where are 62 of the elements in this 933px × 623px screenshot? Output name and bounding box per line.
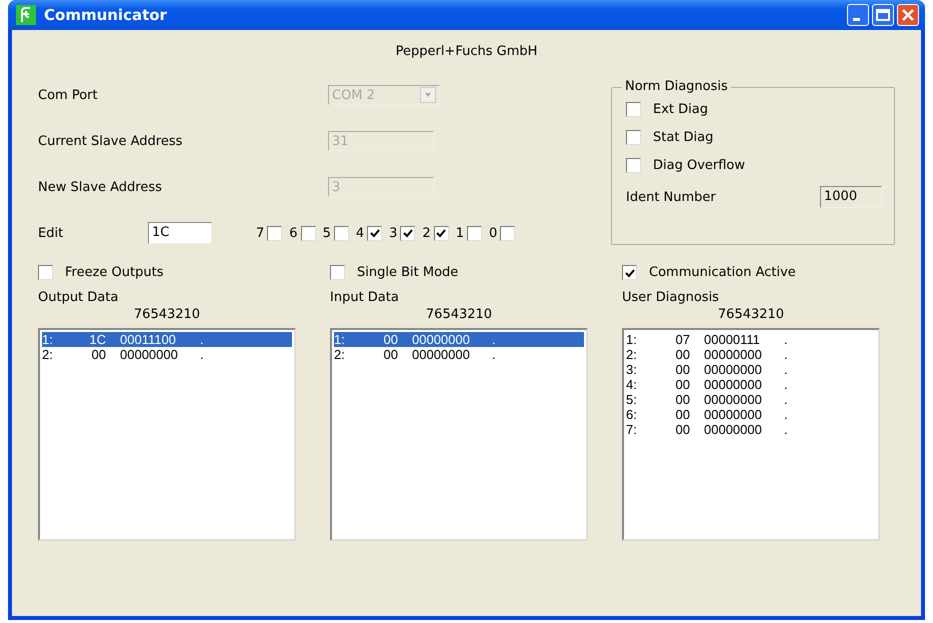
diag-checkbox[interactable]: [626, 158, 641, 173]
bit-label: 6: [289, 226, 298, 240]
bit-label: 2: [422, 226, 431, 240]
list-row[interactable]: 5: 00 00000000 .: [626, 392, 876, 407]
bit-checkbox[interactable]: [367, 226, 382, 240]
bit-checkbox[interactable]: [466, 226, 482, 240]
field-label: Edit: [38, 226, 64, 240]
checkbox-label: Stat Diag: [653, 130, 714, 145]
list-row[interactable]: 7: 00 00000000 .: [626, 422, 876, 437]
checkbox-label: Diag Overflow: [653, 158, 746, 173]
edit-field[interactable]: 1C: [148, 222, 212, 244]
list-row[interactable]: 1: 1C 00011100 .: [42, 332, 292, 347]
checkbox-label: Freeze Outputs: [65, 265, 164, 280]
bit-header: 76543210: [134, 307, 200, 322]
list-row[interactable]: 1: 07 00000111 .: [626, 332, 876, 347]
diag-checkbox[interactable]: [626, 130, 641, 145]
bit-checkbox[interactable]: [267, 226, 282, 240]
checkbox-label: Communication Active: [649, 265, 796, 280]
field-label: New Slave Address: [38, 180, 163, 194]
ident-field[interactable]: 1000: [820, 186, 882, 208]
bit-checkbox[interactable]: [400, 226, 416, 240]
bit-label: 1: [456, 226, 464, 240]
option-checkbox[interactable]: [622, 265, 637, 280]
field-label: Com Port: [38, 88, 99, 102]
list-row[interactable]: 3: 00 00000000 .: [626, 362, 876, 377]
checkbox-label: Single Bit Mode: [357, 265, 458, 280]
diag-checkbox[interactable]: [626, 102, 641, 117]
bit-label: 0: [488, 226, 498, 240]
bit-label: 5: [322, 226, 331, 240]
option-checkbox[interactable]: [38, 265, 53, 280]
minimize-icon: [852, 18, 860, 20]
list-row[interactable]: 2: 00 00000000 .: [334, 347, 584, 362]
list-title: Input Data: [330, 290, 399, 305]
bit-checkbox[interactable]: [334, 226, 349, 240]
company-name: Pepperl+Fuchs GmbH: [396, 44, 538, 59]
list-row[interactable]: 1: 00 00000000 .: [334, 332, 584, 347]
bit-header: 76543210: [718, 307, 784, 322]
bit-checkbox[interactable]: [434, 226, 449, 240]
maximize-icon: [876, 9, 890, 21]
bit-checkbox[interactable]: [500, 226, 516, 240]
field-label: Current Slave Address: [38, 134, 184, 148]
group-title: Norm Diagnosis: [622, 79, 731, 94]
ident-label: Ident Number: [626, 190, 716, 204]
bit-label: 4: [356, 226, 364, 240]
app-logo-icon: [16, 5, 36, 25]
maximize-button[interactable]: [872, 4, 894, 26]
bit-header: 76543210: [426, 307, 492, 322]
window-title: Communicator: [44, 6, 168, 24]
bit-label: 3: [389, 226, 398, 240]
bit-label: 7: [256, 226, 264, 240]
close-icon: [901, 8, 915, 22]
checkbox-label: Ext Diag: [653, 102, 708, 117]
close-button[interactable]: [897, 4, 919, 26]
list-row[interactable]: 2: 00 00000000 .: [626, 347, 876, 362]
list-row[interactable]: 6: 00 00000000 .: [626, 407, 876, 422]
list-title: User Diagnosis: [622, 290, 719, 305]
minimize-button[interactable]: [847, 4, 869, 26]
list-row[interactable]: 4: 00 00000000 .: [626, 377, 876, 392]
bit-checkbox[interactable]: [300, 226, 316, 240]
list-title: Output Data: [38, 290, 118, 305]
list-row[interactable]: 2: 00 00000000 .: [42, 347, 292, 362]
option-checkbox[interactable]: [330, 265, 345, 280]
